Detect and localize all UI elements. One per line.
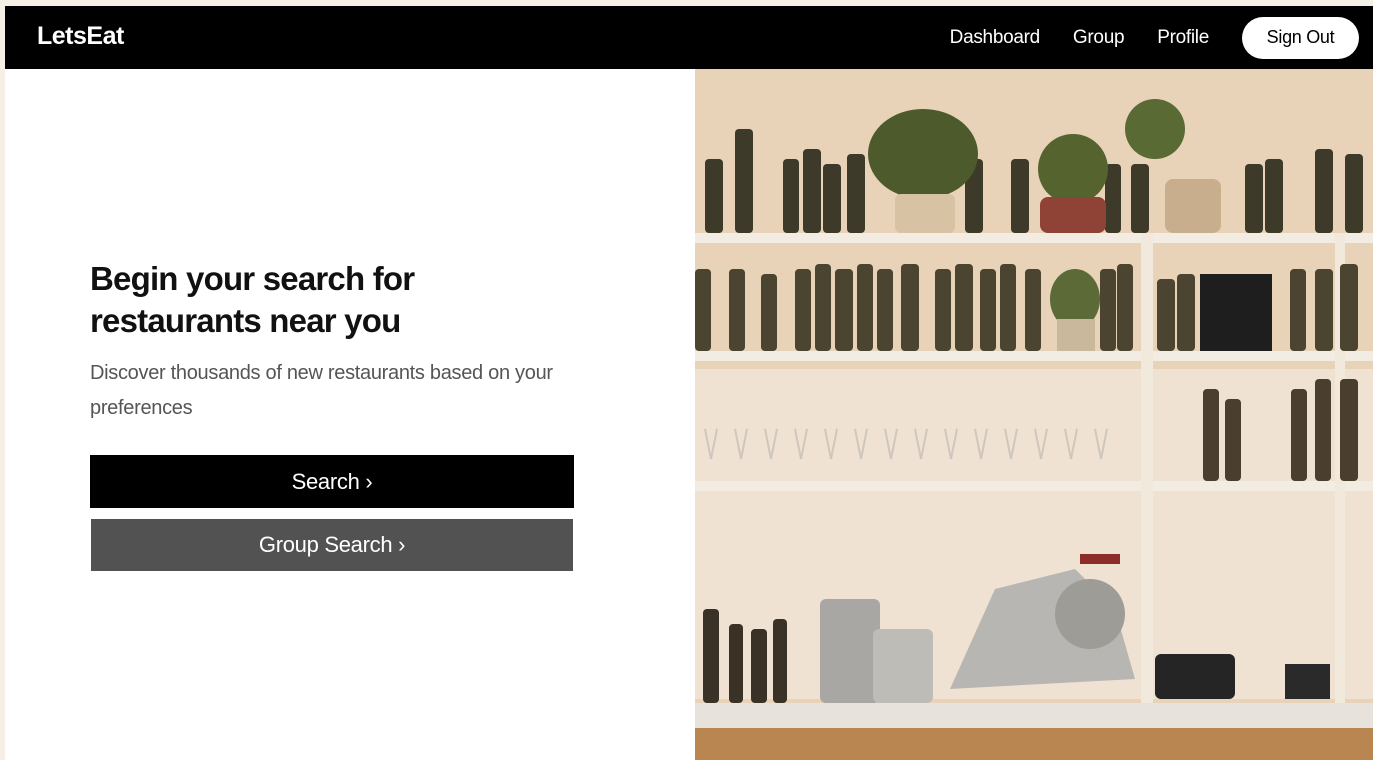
hero-content: Begin your search for restaurants near y… (90, 258, 590, 426)
nav-links: Dashboard Group Profile Sign Out (950, 6, 1359, 69)
search-button[interactable]: Search › (90, 455, 574, 508)
nav-dashboard-link[interactable]: Dashboard (950, 27, 1041, 49)
restaurant-bar-illustration (695, 69, 1373, 760)
brand-logo[interactable]: LetsEat (37, 22, 124, 51)
restaurant-bar-photo (695, 69, 1373, 760)
hero-title: Begin your search for restaurants near y… (90, 260, 415, 339)
app-window: LetsEat Dashboard Group Profile Sign Out… (5, 6, 1373, 760)
sign-out-button[interactable]: Sign Out (1242, 16, 1359, 59)
nav-group-link[interactable]: Group (1073, 27, 1125, 49)
group-search-button[interactable]: Group Search › (91, 519, 573, 571)
hero-subtitle: Discover thousands of new restaurants ba… (90, 362, 553, 419)
top-navbar: LetsEat Dashboard Group Profile Sign Out (5, 6, 1373, 69)
nav-profile-link[interactable]: Profile (1157, 27, 1209, 49)
